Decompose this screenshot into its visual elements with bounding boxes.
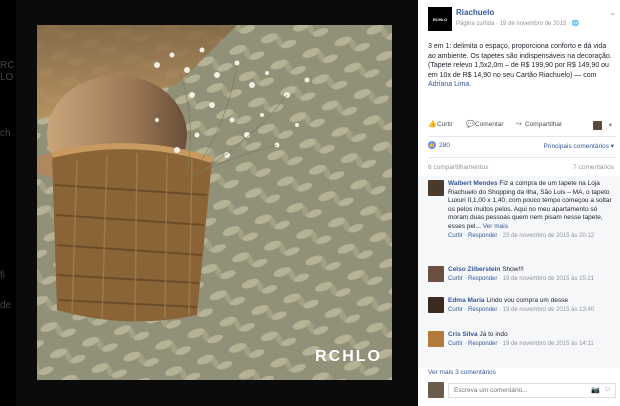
comment-like-link[interactable]: Curtir — [448, 276, 463, 282]
avatar[interactable] — [428, 266, 444, 282]
comment-reply-link[interactable]: Responder — [468, 307, 497, 313]
comment-order-dropdown[interactable]: Principais comentários ▾ — [544, 142, 614, 150]
background-page-strip: RC LO ch fi de — [0, 0, 16, 406]
comment-like-link[interactable]: Curtir — [448, 307, 463, 313]
commenter-name[interactable]: Cris Silva — [448, 331, 478, 338]
comment-body: Edma Maria Lindo vou compra um desse Cur… — [448, 297, 614, 314]
comment-meta: Curtir · Responder · 19 de novembro de 2… — [448, 275, 595, 282]
avatar[interactable] — [428, 297, 444, 313]
comment-label: Comentar — [475, 121, 504, 128]
like-button[interactable]: 👍 Curtir — [428, 121, 453, 128]
write-comment-row: 📷 ☺ — [428, 382, 616, 400]
commenter-name[interactable]: Walbert Mendes — [448, 180, 498, 187]
like-label: Curtir — [437, 121, 453, 128]
comment-meta: Curtir · Responder · 23 de novembro de 2… — [448, 232, 595, 239]
comment-text: Show!!! — [502, 266, 524, 273]
post-timestamp[interactable]: Página curtida · 19 de novembro de 2015 … — [456, 20, 579, 27]
rug-basket-image — [37, 25, 392, 380]
camera-icon[interactable]: 📷 — [591, 386, 600, 394]
avatar[interactable] — [593, 121, 602, 130]
comment-meta: Curtir · Responder · 19 de novembro de 2… — [448, 306, 595, 313]
reactions-row: 👍 280 Principais comentários ▾ — [428, 141, 616, 151]
page-name-link[interactable]: Riachuelo — [456, 8, 494, 17]
comment-reply-link[interactable]: Responder — [468, 276, 497, 282]
chevron-down-icon[interactable]: ⌄ — [609, 8, 616, 17]
photo-viewer: RC LO ch fi de RCHLO RCHLO Riachuelo Pág… — [0, 0, 620, 406]
divider — [428, 157, 616, 158]
background-fragment: fi — [0, 270, 5, 281]
share-button[interactable]: ↪ Compartilhar — [516, 121, 562, 128]
see-more-link[interactable]: Ver mais — [483, 223, 508, 230]
like-badge-icon: 👍 — [428, 141, 436, 149]
avatar — [428, 382, 444, 398]
comment-text: Fiz a compra de um tapete na Loja Riachu… — [448, 180, 612, 230]
post-body: 3 em 1: delimita o espaço, proporciona c… — [428, 43, 612, 79]
comment-date[interactable]: 19 de novembro de 2015 às 14:11 — [503, 341, 594, 347]
view-more-comments-link[interactable]: Ver mais 3 comentários — [428, 369, 496, 376]
post-detail-panel: RCHLO Riachuelo Página curtida · 19 de n… — [418, 0, 620, 406]
post-actions-bar: 👍 Curtir 💬 Comentar ↪ Compartilhar ▾ — [428, 121, 616, 133]
comment-reply-link[interactable]: Responder — [468, 233, 497, 239]
commenter-name[interactable]: Edma Maria — [448, 297, 485, 304]
comment-like-link[interactable]: Curtir — [448, 233, 463, 239]
comment-input-icons: 📷 ☺ — [591, 386, 611, 394]
comment-body: Walbert Mendes Fiz a compra de um tapete… — [448, 180, 614, 240]
emoji-icon[interactable]: ☺ — [604, 386, 611, 394]
comment-button[interactable]: 💬 Comentar — [466, 121, 504, 128]
likes-count-link[interactable]: 280 — [439, 142, 450, 149]
commenter-name[interactable]: Celso Zilberstein — [448, 266, 500, 273]
comment-like-link[interactable]: Curtir — [448, 341, 463, 347]
background-fragment: ch — [0, 128, 11, 139]
comments-list: Walbert Mendes Fiz a compra de um tapete… — [418, 176, 620, 368]
post-header: RCHLO Riachuelo Página curtida · 19 de n… — [428, 7, 616, 33]
comment-reply-link[interactable]: Responder — [468, 341, 497, 347]
shares-count-link[interactable]: 6 compartilhamentos — [428, 164, 488, 171]
comment-date[interactable]: 19 de novembro de 2015 às 15:21 — [503, 276, 594, 282]
chevron-down-icon[interactable]: ▾ — [609, 121, 612, 129]
comment-date[interactable]: 19 de novembro de 2015 às 13:40 — [503, 307, 594, 313]
background-fragment: de — [0, 300, 12, 311]
comment-body: Celso Zilberstein Show!!! Curtir · Respo… — [448, 266, 614, 283]
comments-count[interactable]: 7 comentários — [573, 164, 614, 171]
avatar[interactable] — [428, 331, 444, 347]
brand-watermark: RCHLO — [315, 348, 382, 365]
divider — [428, 136, 616, 137]
comment-text: Lindo vou compra um desse — [486, 297, 568, 304]
thumbs-up-icon: 👍 — [428, 121, 437, 128]
tagged-person-link[interactable]: Adriana Lima. — [428, 81, 471, 88]
share-icon: ↪ — [516, 121, 522, 128]
comment-icon: 💬 — [466, 121, 475, 128]
share-label: Compartilhar — [525, 121, 563, 128]
post-photo[interactable]: RCHLO — [37, 25, 392, 380]
avatar[interactable] — [428, 180, 444, 196]
post-text: 3 em 1: delimita o espaço, proporciona c… — [428, 42, 614, 90]
comment-meta: Curtir · Responder · 19 de novembro de 2… — [448, 340, 594, 347]
background-fragment: RC — [0, 60, 15, 71]
background-fragment: LO — [0, 72, 14, 83]
comment-body: Cris Silva Já to indo Curtir · Responder… — [448, 331, 614, 348]
page-logo[interactable]: RCHLO — [428, 7, 452, 31]
engagement-summary: 6 compartilhamentos 7 comentários — [428, 164, 616, 173]
comment-date[interactable]: 23 de novembro de 2015 às 20:12 — [503, 233, 594, 239]
comment-text: Já to indo — [479, 331, 508, 338]
